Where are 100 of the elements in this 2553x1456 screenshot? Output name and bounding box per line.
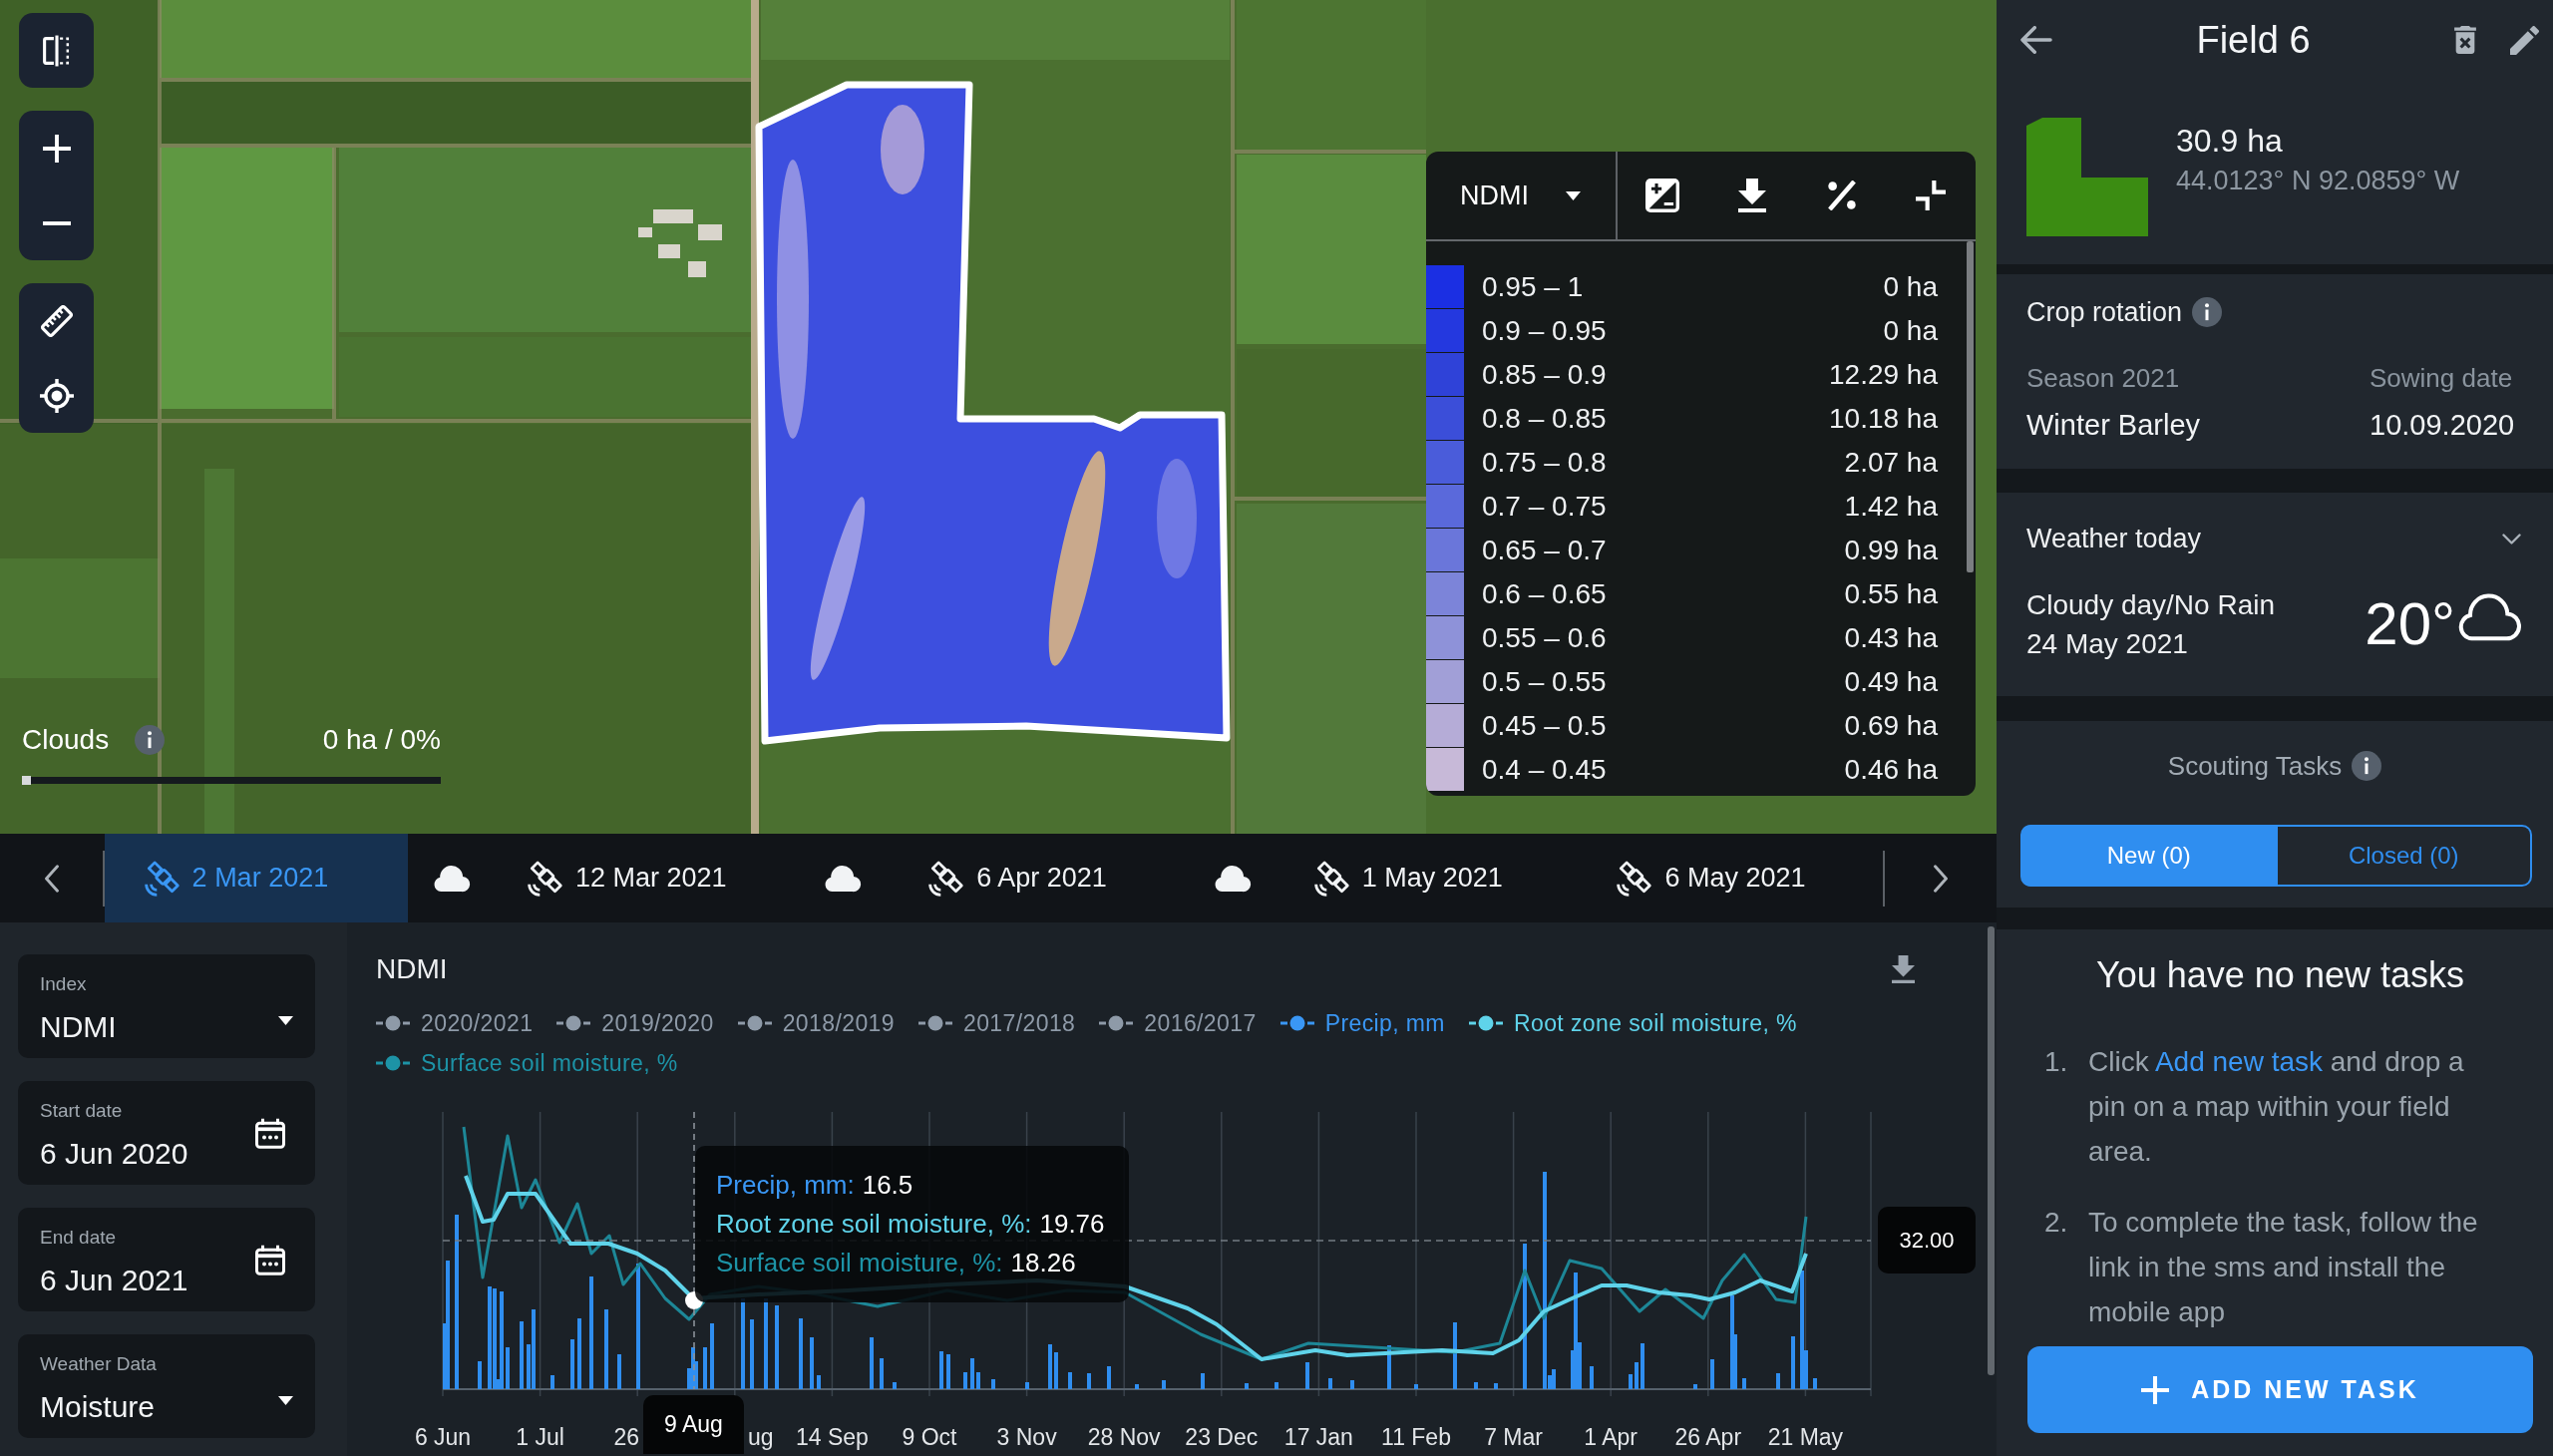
field-ndmi-overlay[interactable] [755, 81, 1231, 745]
axis-label: 21 May [1767, 1424, 1844, 1450]
index-dropdown[interactable]: NDMI [1460, 180, 1581, 211]
legend-range: 0.9 – 0.95 [1482, 314, 1607, 348]
add-task-link[interactable]: Add new task [2154, 1046, 2323, 1077]
legend-area: 0.43 ha [1844, 621, 1938, 655]
step-text: Click Add new task and drop a pin on a map within your field area. [2088, 1045, 2465, 1169]
legend-item[interactable]: Root zone soil moisture, % [1468, 1003, 1797, 1043]
weather-date: 24 May 2021 [2026, 627, 2189, 661]
date-tab[interactable]: 12 Mar 2021 [495, 834, 799, 922]
chevron-left-icon[interactable] [43, 864, 60, 893]
sowing-date-label: Sowing date [2370, 362, 2514, 395]
legend-range: 0.95 – 1 [1482, 270, 1584, 304]
tooltip-value: 19.76 [1039, 1209, 1105, 1239]
legend-range: 0.75 – 0.8 [1482, 446, 1607, 480]
cloud-icon [432, 864, 471, 893]
legend-item[interactable]: 2019/2020 [556, 1003, 714, 1043]
dropdown-field[interactable]: Weather Data Moisture [18, 1334, 315, 1438]
zoom-in-button[interactable] [19, 111, 94, 185]
legend-area: 12.29 ha [1829, 358, 1938, 392]
reference-value-label: 32.00 [1878, 1207, 1976, 1274]
percent-icon[interactable] [1826, 181, 1857, 210]
legend-item[interactable]: Surface soil moisture, % [376, 1043, 678, 1083]
section-title: Crop rotation [2026, 296, 2183, 329]
dropdown-field[interactable]: Index NDMI [18, 954, 315, 1058]
scrollbar-thumb[interactable] [1967, 241, 1974, 572]
date-tab[interactable]: 2 Mar 2021 [105, 834, 408, 922]
crop-name: Winter Barley [2026, 408, 2202, 443]
chart-title: NDMI [376, 952, 448, 986]
ruler-button[interactable] [19, 283, 94, 358]
trash-icon[interactable] [2454, 26, 2476, 54]
legend-range: 0.5 – 0.55 [1482, 665, 1607, 699]
axis-label: 11 Feb [1381, 1424, 1451, 1450]
legend-range: 0.6 – 0.65 [1482, 577, 1607, 611]
add-task-button[interactable]: ADD NEW TASK [2027, 1346, 2533, 1433]
cloud-icon [1214, 864, 1253, 893]
exposure-icon[interactable] [1645, 179, 1680, 212]
axis-label: 6 Jun [414, 1424, 472, 1450]
info-icon[interactable] [135, 725, 166, 755]
axis-label: 17 Jan [1283, 1424, 1353, 1450]
split-view-button[interactable] [19, 13, 94, 88]
season-label: Season 2021 [2026, 362, 2181, 395]
info-icon[interactable] [2352, 751, 2382, 781]
date-field[interactable]: End date 6 Jun 2021 [18, 1208, 315, 1311]
axis-label: 28 Nov [1087, 1424, 1161, 1450]
legend-item[interactable]: 2018/2019 [737, 1003, 895, 1043]
legend-range: 0.65 – 0.7 [1482, 534, 1607, 567]
calendar-icon[interactable] [255, 1244, 285, 1275]
caret-icon [278, 1016, 293, 1025]
calendar-icon[interactable] [255, 1117, 285, 1149]
section-title: Weather today [2026, 523, 2202, 555]
legend-range: 0.45 – 0.5 [1482, 709, 1607, 743]
info-icon[interactable] [2192, 297, 2223, 327]
target-icon [39, 378, 74, 413]
clouds-label: Clouds [22, 723, 110, 757]
tooltip-label: Surface soil moisture, %: [716, 1248, 1003, 1277]
slider-thumb[interactable] [22, 776, 31, 785]
download-icon[interactable] [1737, 179, 1766, 212]
empty-state-title: You have no new tasks [2095, 953, 2465, 997]
legend-range: 0.4 – 0.45 [1482, 753, 1607, 787]
axis-label: 23 Dec [1185, 1424, 1259, 1450]
date-tab[interactable]: 6 May 2021 [1580, 834, 1883, 922]
satellite-icon [527, 860, 563, 897]
plus-icon [2141, 1375, 2170, 1404]
step-number: 2. [2044, 1206, 2069, 1240]
axis-label: 1 Jul [516, 1424, 564, 1450]
legend-range: 0.8 – 0.85 [1482, 402, 1607, 436]
legend-area: 2.07 ha [1844, 446, 1938, 480]
date-tab[interactable]: 6 Apr 2021 [886, 834, 1190, 922]
chevron-right-icon[interactable] [1933, 864, 1949, 893]
sowing-date: 10.09.2020 [2370, 408, 2515, 443]
cloud-icon [823, 864, 862, 893]
field-title: Field 6 [2195, 18, 2312, 62]
task-tab[interactable]: Closed (0) [2277, 825, 2532, 887]
legend-area: 0.69 ha [1844, 709, 1938, 743]
tooltip-value: 16.5 [862, 1170, 913, 1200]
legend-item[interactable]: 2016/2017 [1099, 1003, 1257, 1043]
task-tab[interactable]: New (0) [2020, 825, 2278, 887]
collapse-icon[interactable] [1916, 181, 1947, 210]
download-icon[interactable] [1892, 955, 1915, 983]
pencil-icon[interactable] [2510, 25, 2539, 55]
legend-item[interactable]: 2020/2021 [376, 1003, 534, 1043]
date-field[interactable]: Start date 6 Jun 2020 [18, 1081, 315, 1185]
legend-area: 0.55 ha [1844, 577, 1938, 611]
cloud-filter-slider[interactable] [22, 777, 441, 784]
axis-label: 9 Oct [902, 1424, 957, 1450]
legend-item[interactable]: 2017/2018 [918, 1003, 1076, 1043]
legend-range: 0.85 – 0.9 [1482, 358, 1607, 392]
tooltip-label: Precip, mm: [716, 1170, 855, 1200]
caret-icon [1566, 190, 1581, 200]
scrollbar-thumb[interactable] [1988, 926, 1995, 1375]
ruler-icon [40, 304, 73, 337]
date-tab[interactable]: 1 May 2021 [1276, 834, 1581, 922]
back-arrow-icon[interactable] [2020, 26, 2052, 54]
plus-icon [42, 134, 71, 163]
tooltip-label: Root zone soil moisture, %: [716, 1209, 1032, 1239]
locate-button[interactable] [19, 358, 94, 433]
field-coordinates: 44.0123° N 92.0859° W [2176, 165, 2460, 197]
chevron-down-icon[interactable] [2502, 533, 2521, 545]
legend-item[interactable]: Precip, mm [1279, 1003, 1445, 1043]
